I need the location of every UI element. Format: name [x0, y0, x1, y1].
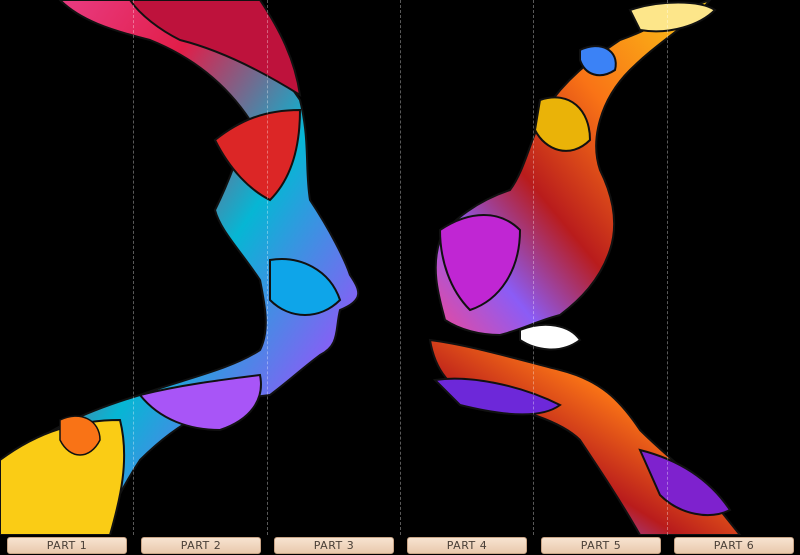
part-divider — [400, 0, 401, 535]
part-tabs: PART 1 PART 2 PART 3 PART 4 PART 5 PART … — [0, 535, 800, 555]
tab-part-3[interactable]: PART 3 — [274, 537, 394, 554]
tab-part-5[interactable]: PART 5 — [541, 537, 661, 554]
part-divider — [533, 0, 534, 535]
puzzle-stage: PART 1 PART 2 PART 3 PART 4 PART 5 PART … — [0, 0, 800, 555]
part-divider — [267, 0, 268, 535]
tab-part-4[interactable]: PART 4 — [407, 537, 527, 554]
left-face-profile — [0, 0, 360, 535]
tab-part-6[interactable]: PART 6 — [674, 537, 794, 554]
tab-part-2[interactable]: PART 2 — [141, 537, 261, 554]
part-divider — [667, 0, 668, 535]
tab-part-1[interactable]: PART 1 — [7, 537, 127, 554]
part-divider — [133, 0, 134, 535]
right-face-profile — [428, 0, 742, 535]
